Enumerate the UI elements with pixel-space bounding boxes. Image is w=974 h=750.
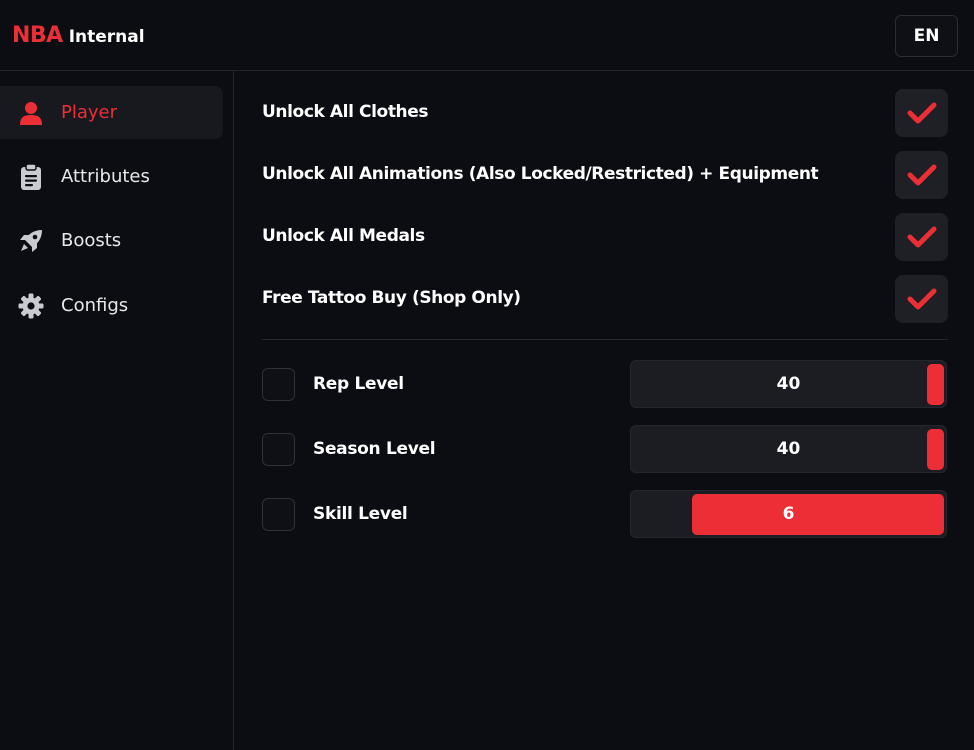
header-bar: NBA Internal EN xyxy=(0,0,974,71)
slider-value: 40 xyxy=(776,439,801,459)
level-checkbox[interactable] xyxy=(262,498,295,531)
option-checkbox[interactable] xyxy=(895,151,948,199)
rocket-icon xyxy=(17,227,44,254)
sidebar-item-label: Configs xyxy=(61,295,129,316)
sidebar-item-label: Player xyxy=(61,102,118,123)
checkmark-icon xyxy=(907,102,936,124)
level-label: Season Level xyxy=(313,439,436,459)
option-checkbox[interactable] xyxy=(895,275,948,323)
sidebar-item-label: Attributes xyxy=(61,166,150,187)
level-slider[interactable]: 40 xyxy=(630,360,947,408)
option-checkbox[interactable] xyxy=(895,213,948,261)
checkmark-icon xyxy=(907,164,936,186)
sidebar-item-attributes[interactable]: Attributes xyxy=(0,150,223,203)
sidebar-item-label: Boosts xyxy=(61,230,122,251)
level-row-rep: Rep Level 40 xyxy=(262,360,948,408)
language-button[interactable]: EN xyxy=(895,15,958,57)
option-label: Free Tattoo Buy (Shop Only) xyxy=(262,288,521,308)
sidebar: Player Attributes Boosts Configs xyxy=(0,71,234,750)
sidebar-item-configs[interactable]: Configs xyxy=(0,279,223,332)
sidebar-item-player[interactable]: Player xyxy=(0,86,223,139)
brand-name-text: Internal xyxy=(68,27,145,47)
sidebar-item-boosts[interactable]: Boosts xyxy=(0,214,223,267)
slider-value: 40 xyxy=(776,374,801,394)
clipboard-icon xyxy=(17,163,44,190)
checkmark-icon xyxy=(907,288,936,310)
level-row-season: Season Level 40 xyxy=(262,425,948,473)
option-unlock-animations: Unlock All Animations (Also Locked/Restr… xyxy=(262,151,948,199)
level-row-skill: Skill Level 6 xyxy=(262,490,948,538)
level-checkbox[interactable] xyxy=(262,433,295,466)
level-slider[interactable]: 6 xyxy=(630,490,947,538)
option-unlock-medals: Unlock All Medals xyxy=(262,213,948,261)
level-label: Skill Level xyxy=(313,504,408,524)
option-label: Unlock All Animations (Also Locked/Restr… xyxy=(262,164,819,184)
level-label: Rep Level xyxy=(313,374,404,394)
option-checkbox[interactable] xyxy=(895,89,948,137)
brand-accent-text: NBA xyxy=(12,23,63,48)
gear-icon xyxy=(17,292,44,319)
option-label: Unlock All Clothes xyxy=(262,102,429,122)
slider-value: 6 xyxy=(782,504,795,524)
level-slider[interactable]: 40 xyxy=(630,425,947,473)
app-logo: NBA Internal xyxy=(12,23,145,48)
section-divider xyxy=(262,339,948,340)
level-checkbox[interactable] xyxy=(262,368,295,401)
checkmark-icon xyxy=(907,226,936,248)
user-icon xyxy=(17,99,44,126)
option-free-tattoo: Free Tattoo Buy (Shop Only) xyxy=(262,275,948,323)
option-label: Unlock All Medals xyxy=(262,226,425,246)
option-unlock-clothes: Unlock All Clothes xyxy=(262,89,948,137)
